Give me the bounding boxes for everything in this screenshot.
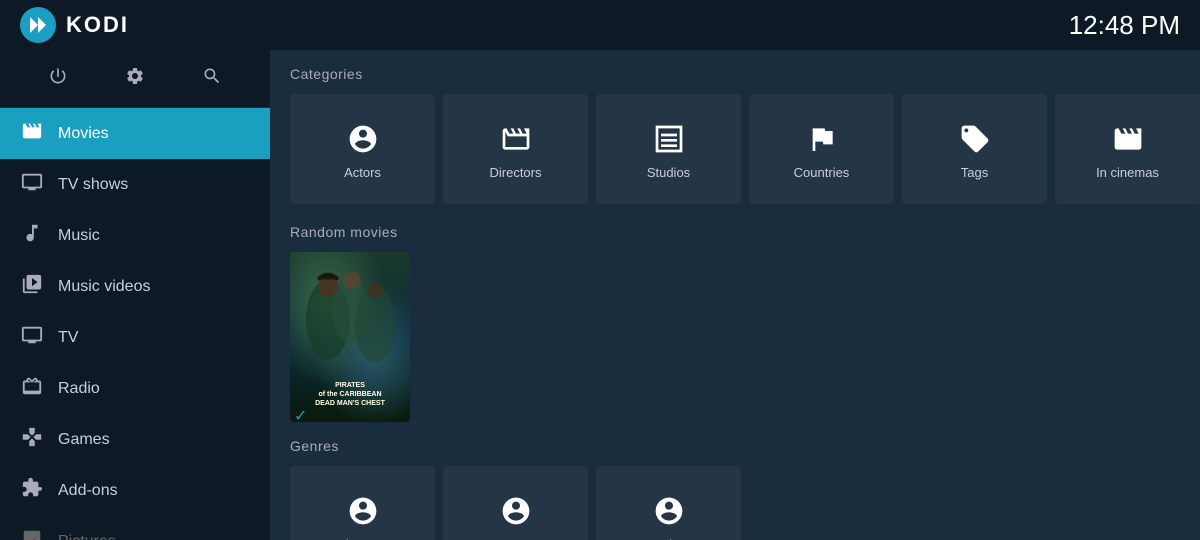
sidebar-label-movies: Movies	[58, 125, 109, 143]
category-tile-countries[interactable]: Countries	[749, 94, 894, 204]
pictures-icon	[20, 528, 44, 540]
movie-poster-container[interactable]: PIRATESof the CARIBBEANDEAD MAN'S CHEST …	[290, 252, 410, 422]
genre-tile-fantasy[interactable]: Fantasy	[443, 466, 588, 540]
sidebar-item-pictures[interactable]: Pictures	[0, 516, 270, 540]
categories-row: Actors Directors Studios	[290, 94, 1180, 204]
sidebar-label-musicvideos: Music videos	[58, 278, 150, 296]
sidebar-label-tv: TV	[58, 329, 78, 347]
movie-poster: PIRATESof the CARIBBEANDEAD MAN'S CHEST	[290, 252, 410, 422]
studios-label: Studios	[647, 165, 690, 180]
adventure-label: Adventure	[333, 537, 392, 540]
sidebar-label-pictures: Pictures	[58, 533, 116, 540]
sidebar-label-addons: Add-ons	[58, 482, 118, 500]
content-area: Categories Actors Directors	[270, 50, 1200, 540]
countries-label: Countries	[794, 165, 850, 180]
fantasy-label: Fantasy	[492, 537, 538, 540]
power-button[interactable]	[40, 62, 76, 95]
sidebar-item-tvshows[interactable]: TV shows	[0, 159, 270, 210]
sidebar-item-tv[interactable]: TV	[0, 312, 270, 363]
genres-row: Adventure Fantasy Action	[290, 466, 1180, 540]
header-left: KODI	[20, 7, 129, 43]
incinemas-icon	[1112, 123, 1144, 155]
sidebar: Movies TV shows Music Music videos	[0, 50, 270, 540]
tags-icon	[959, 123, 991, 155]
actors-label: Actors	[344, 165, 381, 180]
poster-title-text: PIRATESof the CARIBBEANDEAD MAN'S CHEST	[290, 381, 410, 408]
genres-section-label: Genres	[290, 438, 1180, 454]
kodi-logo-icon	[20, 7, 56, 43]
countries-icon	[806, 123, 838, 155]
category-tile-incinemas[interactable]: In cinemas	[1055, 94, 1200, 204]
directors-label: Directors	[489, 165, 541, 180]
musicvideos-icon	[20, 273, 44, 300]
sidebar-item-addons[interactable]: Add-ons	[0, 465, 270, 516]
header: KODI 12:48 PM	[0, 0, 1200, 50]
tvshows-icon	[20, 171, 44, 198]
radio-icon	[20, 375, 44, 402]
sidebar-item-musicvideos[interactable]: Music videos	[0, 261, 270, 312]
incinemas-label: In cinemas	[1096, 165, 1159, 180]
category-tile-tags[interactable]: Tags	[902, 94, 1047, 204]
app-title: KODI	[66, 12, 129, 38]
genre-tile-adventure[interactable]: Adventure	[290, 466, 435, 540]
movie-poster-art: PIRATESof the CARIBBEANDEAD MAN'S CHEST	[290, 252, 410, 422]
tags-label: Tags	[961, 165, 988, 180]
category-tile-actors[interactable]: Actors	[290, 94, 435, 204]
sidebar-item-games[interactable]: Games	[0, 414, 270, 465]
games-icon	[20, 426, 44, 453]
random-movies-label: Random movies	[290, 224, 1180, 240]
genres-section: Genres Adventure Fantasy	[290, 438, 1180, 540]
sidebar-label-games: Games	[58, 431, 110, 449]
genre-tile-action[interactable]: Action	[596, 466, 741, 540]
search-button[interactable]	[194, 62, 230, 95]
tv-icon	[20, 324, 44, 351]
category-tile-studios[interactable]: Studios	[596, 94, 741, 204]
random-movies-section: Random movies	[290, 224, 1180, 422]
directors-icon	[500, 123, 532, 155]
clock-display: 12:48 PM	[1069, 10, 1180, 41]
movies-icon	[20, 120, 44, 147]
studios-icon	[653, 123, 685, 155]
sidebar-item-movies[interactable]: Movies	[0, 108, 270, 159]
sidebar-item-radio[interactable]: Radio	[0, 363, 270, 414]
movie-checkmark: ✓	[294, 406, 307, 426]
categories-section-label: Categories	[290, 66, 1180, 82]
fantasy-icon	[500, 495, 532, 527]
poster-characters	[290, 260, 410, 379]
adventure-icon	[347, 495, 379, 527]
addons-icon	[20, 477, 44, 504]
sidebar-label-music: Music	[58, 227, 100, 245]
sidebar-label-tvshows: TV shows	[58, 176, 128, 194]
action-icon	[653, 495, 685, 527]
action-label: Action	[650, 537, 686, 540]
sidebar-label-radio: Radio	[58, 380, 100, 398]
sidebar-item-music[interactable]: Music	[0, 210, 270, 261]
actors-icon	[347, 123, 379, 155]
category-tile-directors[interactable]: Directors	[443, 94, 588, 204]
settings-button[interactable]	[117, 62, 153, 95]
music-icon	[20, 222, 44, 249]
sidebar-top-icons	[0, 50, 270, 108]
main-layout: Movies TV shows Music Music videos	[0, 50, 1200, 540]
